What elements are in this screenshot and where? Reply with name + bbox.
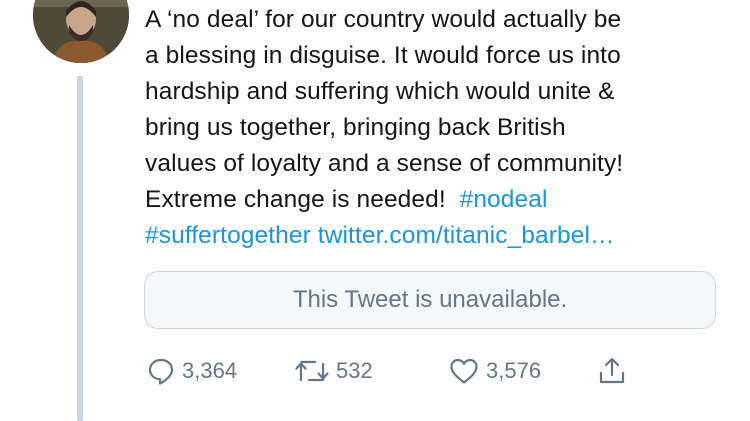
reply-icon bbox=[146, 356, 176, 386]
reply-count: 3,364 bbox=[182, 358, 238, 383]
tweet-text-segment: Extreme change is needed! bbox=[145, 186, 446, 213]
retweet-count: 532 bbox=[336, 358, 373, 383]
retweet-button[interactable]: 532 bbox=[294, 353, 373, 389]
share-icon bbox=[596, 355, 628, 387]
tweet-text-line: a blessing in disguise. It would force u… bbox=[145, 42, 621, 69]
avatar-photo bbox=[33, 0, 129, 63]
like-button[interactable]: 3,576 bbox=[448, 353, 541, 389]
share-button[interactable] bbox=[596, 353, 628, 389]
reply-button[interactable]: 3,364 bbox=[146, 353, 237, 389]
hashtag-nodeal-link[interactable]: #nodeal bbox=[460, 186, 548, 213]
quoted-tweet-unavailable-label: This Tweet is unavailable. bbox=[292, 286, 568, 313]
like-count: 3,576 bbox=[486, 358, 542, 383]
tweet-text-line: hardship and suffering which would unite… bbox=[145, 78, 615, 105]
tweet-text-line: A ‘no deal’ for our country would actual… bbox=[145, 6, 622, 33]
avatar[interactable] bbox=[33, 0, 129, 63]
thread-connector-line bbox=[77, 76, 83, 421]
quoted-tweet-unavailable[interactable]: This Tweet is unavailable. bbox=[144, 271, 716, 329]
tweet-text: A ‘no deal’ for our country would actual… bbox=[145, 2, 735, 254]
tweet-text-line-with-hashtag: Extreme change is needed! #nodeal bbox=[145, 182, 735, 218]
tweet-text-line-with-links: #suffertogether twitter.com/titanic_barb… bbox=[145, 218, 735, 254]
tweet-text-line: values of loyalty and a sense of communi… bbox=[145, 150, 624, 177]
hashtag-suffertogether-link[interactable]: #suffertogether bbox=[145, 222, 311, 249]
retweet-icon bbox=[294, 356, 330, 386]
tweet-action-bar: 3,364 532 3,576 bbox=[146, 353, 706, 389]
heart-icon bbox=[448, 356, 480, 386]
quoted-tweet-url-link[interactable]: twitter.com/titanic_barbel… bbox=[318, 222, 615, 249]
tweet-text-line: bring us together, bringing back British bbox=[145, 114, 566, 141]
